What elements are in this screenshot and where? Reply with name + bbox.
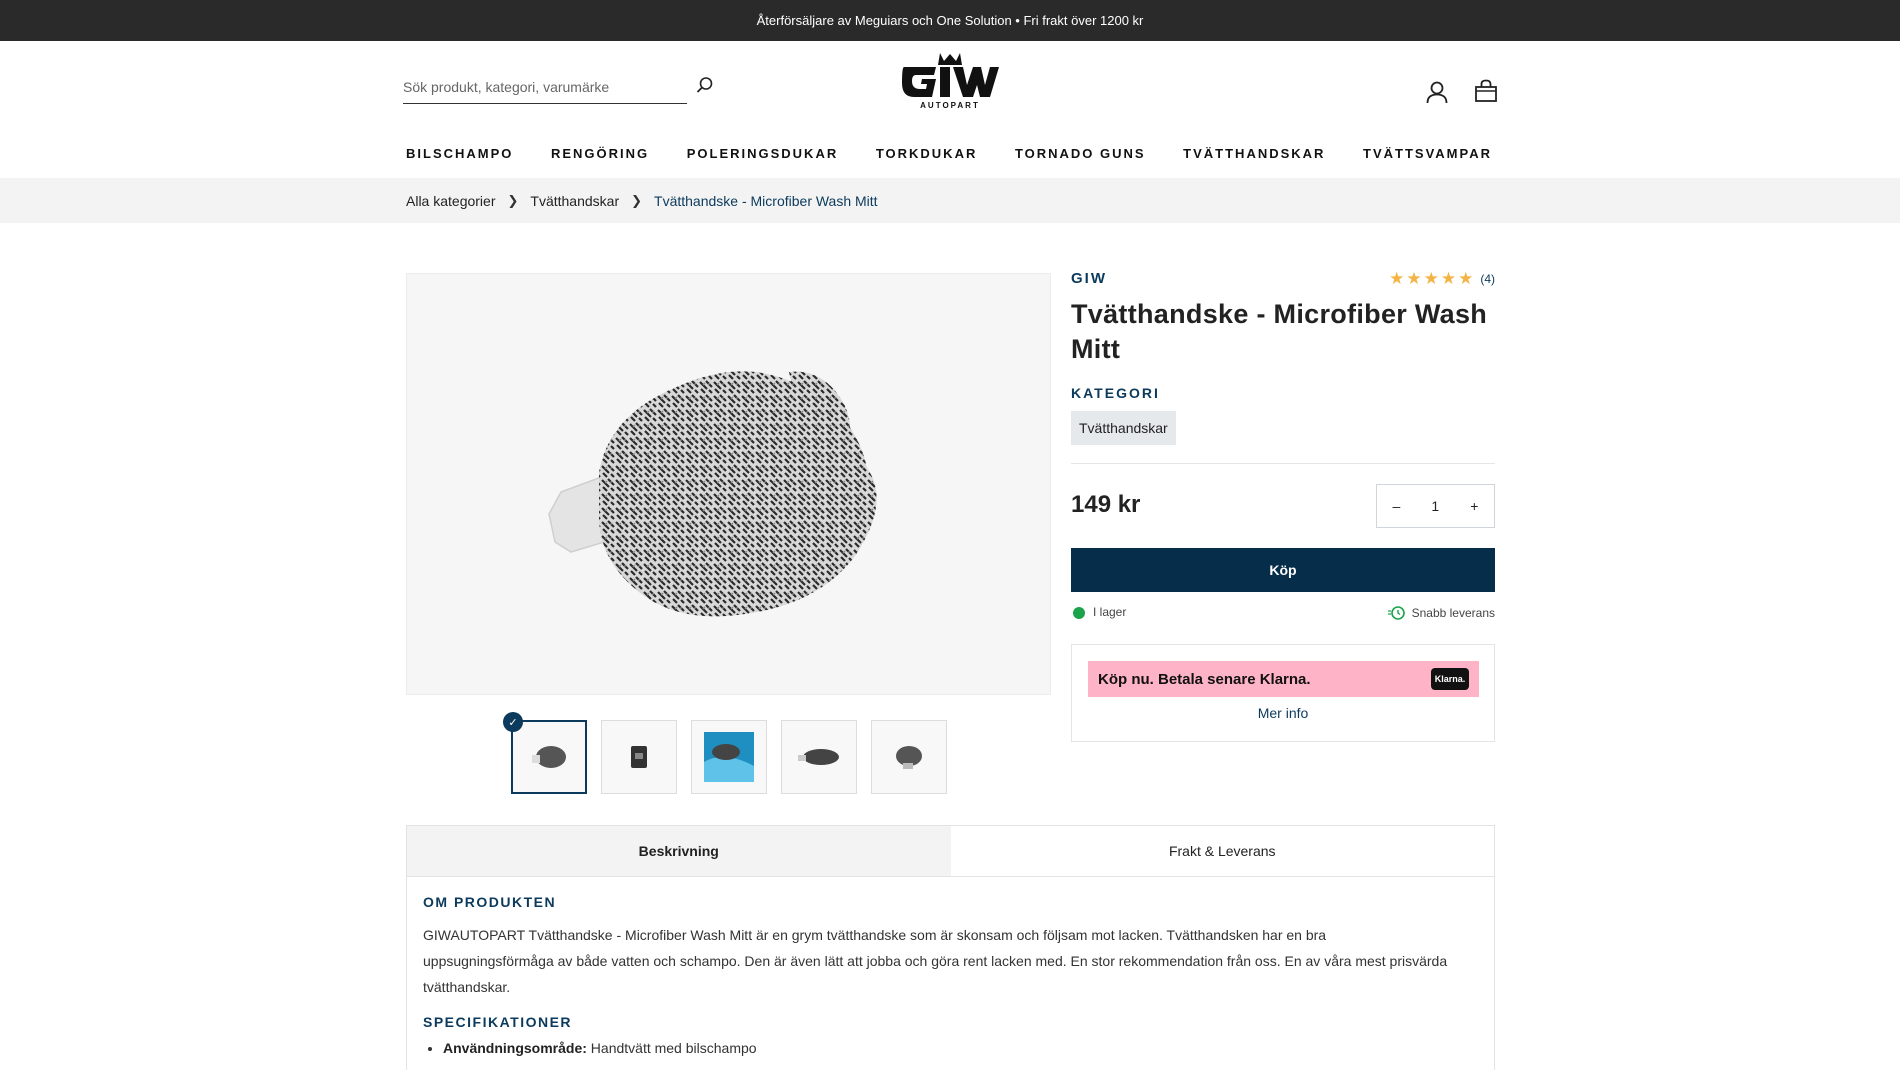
site-header: AUTOPART xyxy=(0,41,1900,141)
category-heading: KATEGORI xyxy=(1071,385,1160,401)
thumbnail-4[interactable] xyxy=(781,720,857,794)
breadcrumb-item-all[interactable]: Alla kategorier xyxy=(406,193,496,209)
nav-item-tvatthandskar[interactable]: TVÄTTHANDSKAR xyxy=(1180,146,1328,161)
more-info-link[interactable]: Mer info xyxy=(1072,705,1494,721)
qty-increase-button[interactable]: + xyxy=(1470,498,1478,514)
spec-heading: SPECIFIKATIONER xyxy=(423,1014,573,1030)
thumbnail-1[interactable]: ✓ xyxy=(503,712,587,794)
description-body: GIWAUTOPART Tvätthandske - Microfiber Wa… xyxy=(423,927,1448,995)
product-rating[interactable]: ★ ★ ★ ★ ★ (4) xyxy=(1389,270,1495,287)
breadcrumb: Alla kategorier ❯ Tvätthandskar ❯ Tvätth… xyxy=(0,178,1900,223)
product-image[interactable] xyxy=(406,273,1051,695)
breadcrumb-item-category[interactable]: Tvätthandskar xyxy=(530,193,619,209)
fast-delivery: Snabb leverans xyxy=(1387,605,1495,621)
announcement-text: Återförsäljare av Meguiars och One Solut… xyxy=(756,13,1144,28)
nav-item-bilschampo[interactable]: BILSCHAMPO xyxy=(403,146,516,161)
qty-value[interactable]: 1 xyxy=(1431,498,1439,514)
check-icon: ✓ xyxy=(503,712,523,732)
logo-icon xyxy=(902,53,999,97)
product-title: Tvätthandske - Microfiber Wash Mitt xyxy=(1071,299,1488,364)
thumbnail-5[interactable] xyxy=(871,720,947,794)
tab-shipping[interactable]: Frakt & Leverans xyxy=(951,826,1495,876)
spec-value: Handtvätt med bilschampo xyxy=(590,1040,757,1056)
product-price: 149 kr xyxy=(1071,491,1141,518)
in-stock-icon xyxy=(1073,607,1085,619)
nav-item-rengoring[interactable]: RENGÖRING xyxy=(548,146,652,161)
announcement-bar: Återförsäljare av Meguiars och One Solut… xyxy=(0,0,1900,41)
chevron-right-icon: ❯ xyxy=(631,192,643,208)
delivery-text: Snabb leverans xyxy=(1411,606,1495,620)
search-field[interactable] xyxy=(403,71,687,104)
nav-item-tvattsvampar[interactable]: TVÄTTSVAMPAR xyxy=(1360,146,1495,161)
thumbnail-2[interactable] xyxy=(601,720,677,794)
spec-list: Användningsområde: Handtvätt med bilscha… xyxy=(423,1040,1478,1056)
thumbnail-3[interactable] xyxy=(691,720,767,794)
nav-item-torkdukar[interactable]: TORKDUKAR xyxy=(873,146,981,161)
divider xyxy=(1071,463,1495,464)
search-input[interactable] xyxy=(403,79,687,95)
chevron-right-icon: ❯ xyxy=(507,192,519,208)
search-icon[interactable] xyxy=(693,73,717,97)
availability-row: I lager Snabb leverans xyxy=(1071,604,1495,622)
klarna-banner[interactable]: Köp nu. Betala senare Klarna. Klarna. xyxy=(1088,661,1479,697)
star-icon: ★ xyxy=(1406,269,1422,288)
rating-count[interactable]: (4) xyxy=(1480,272,1495,286)
nav-item-poleringsdukar[interactable]: POLERINGSDUKAR xyxy=(684,146,842,161)
category-chip[interactable]: Tvätthandskar xyxy=(1071,411,1176,445)
logo-subtext: AUTOPART xyxy=(920,101,980,110)
nav-item-tornado-guns[interactable]: TORNADO GUNS xyxy=(1012,146,1149,161)
spec-label: Användningsområde: xyxy=(443,1040,587,1056)
star-icon: ★ xyxy=(1389,269,1405,288)
buy-button[interactable]: Köp xyxy=(1071,548,1495,592)
breadcrumb-current[interactable]: Tvätthandske - Microfiber Wash Mitt xyxy=(654,193,878,209)
klarna-text: Köp nu. Betala senare Klarna. xyxy=(1098,670,1311,688)
clock-icon xyxy=(1387,606,1405,620)
description-heading: OM PRODUKTEN xyxy=(423,894,557,910)
main-nav: BILSCHAMPO RENGÖRING POLERINGSDUKAR TORK… xyxy=(403,141,1495,165)
price-row: 149 kr – 1 + xyxy=(1071,484,1495,528)
product-info: GIW ★ ★ ★ ★ ★ (4) Tvätthandske - Microfi… xyxy=(1071,270,1495,742)
thumbnail-strip: ✓ xyxy=(503,712,947,794)
klarna-box: Köp nu. Betala senare Klarna. Klarna. Me… xyxy=(1071,644,1495,742)
description-panel: OM PRODUKTEN GIWAUTOPART Tvätthandske - … xyxy=(406,876,1495,1070)
qty-decrease-button[interactable]: – xyxy=(1393,498,1401,514)
star-icon: ★ xyxy=(1440,269,1457,288)
account-icon[interactable] xyxy=(1424,79,1450,105)
tab-description[interactable]: Beskrivning xyxy=(407,826,951,876)
stock-status: I lager xyxy=(1093,605,1127,619)
list-item: Användningsområde: Handtvätt med bilscha… xyxy=(443,1040,1478,1056)
wash-mitt-image xyxy=(547,371,877,617)
cart-icon[interactable] xyxy=(1473,78,1499,104)
product-tabs: Beskrivning Frakt & Leverans xyxy=(406,825,1495,877)
klarna-logo: Klarna. xyxy=(1431,668,1469,690)
quantity-stepper: – 1 + xyxy=(1376,484,1495,528)
star-icon: ★ xyxy=(1423,269,1439,288)
star-icon: ★ xyxy=(1458,269,1474,288)
site-logo[interactable]: AUTOPART xyxy=(898,51,1002,117)
